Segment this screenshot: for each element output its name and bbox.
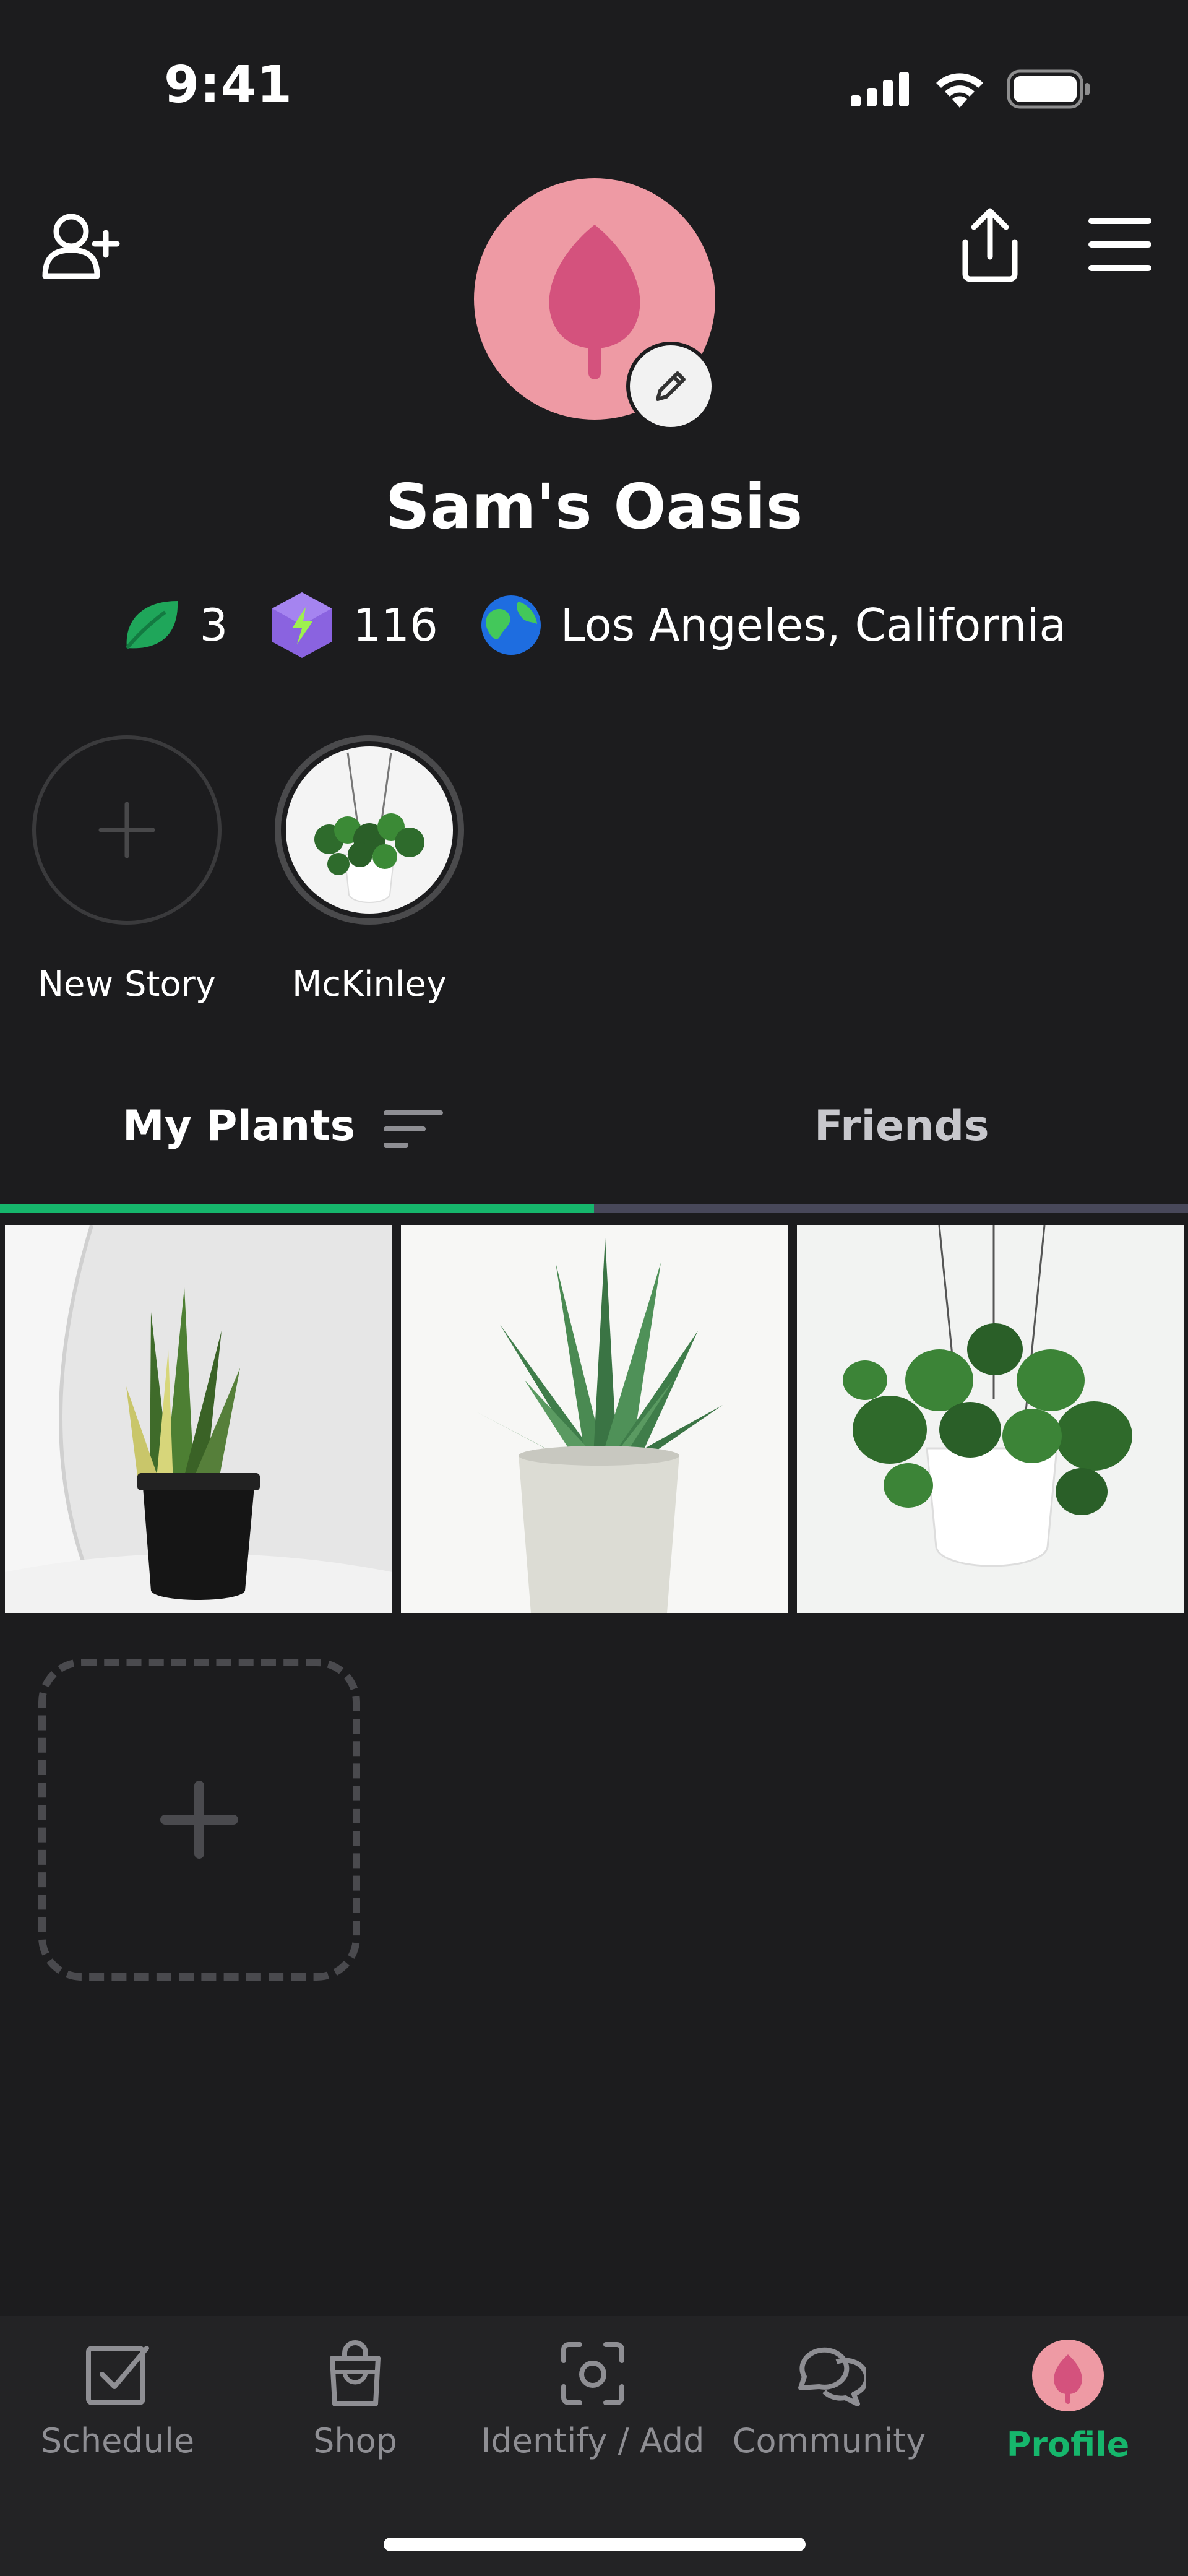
checkbox-icon [86,2346,149,2405]
hamburger-menu-icon [1088,218,1151,271]
leaf-icon [125,601,178,649]
shopping-bag-icon [330,2340,381,2406]
home-indicator [384,2538,806,2551]
profile-stats: 3 116 Los Angeles, California [0,591,1188,659]
lightning-gem-icon [272,592,332,658]
tab-indicator-active [0,1204,594,1213]
story-label: McKinley [291,964,447,1005]
add-plant-button[interactable] [38,1659,360,1981]
nav-label: Schedule [40,2421,195,2460]
nav-shop[interactable]: Shop [238,2340,473,2460]
plant-tile-pilea[interactable] [797,1225,1184,1613]
wifi-icon [936,73,983,108]
plants-count-stat: 3 [122,597,228,653]
pilea-plant-image [797,1225,1184,1613]
menu-button[interactable] [1083,210,1157,279]
nav-label: Identify / Add [481,2421,705,2460]
plant-tile-aloe[interactable] [401,1225,788,1613]
nav-community[interactable]: Community [712,2340,947,2460]
points-stat: 116 [270,591,438,659]
nav-profile[interactable]: Profile [950,2340,1186,2464]
plus-icon [160,1781,238,1859]
sort-icon[interactable] [384,1108,443,1151]
story-new[interactable]: New Story [12,735,241,1005]
nav-label: Community [732,2421,926,2460]
location-stat: Los Angeles, California [480,594,1067,656]
leaf-avatar-icon [1032,2340,1104,2411]
globe-icon [481,595,541,655]
status-icons [851,64,1091,114]
points-count: 116 [353,599,438,651]
story-ring[interactable] [275,735,464,925]
story-mckinley[interactable]: McKinley [255,735,484,1005]
pencil-icon [656,371,686,401]
tab-my-plants[interactable]: My Plants [0,1071,594,1195]
plant-tile-snake-plant[interactable] [5,1225,392,1613]
tab-label: Friends [814,1102,989,1151]
cellular-signal-icon [851,72,909,106]
edit-avatar-button[interactable] [626,342,715,431]
story-thumbnail [286,746,453,914]
plants-count: 3 [199,599,228,651]
location-text: Los Angeles, California [560,599,1067,651]
camera-scan-icon [561,2342,624,2405]
new-story-ring[interactable] [32,735,222,925]
status-time: 9:41 [164,56,293,115]
share-button[interactable] [953,204,1027,285]
nav-identify-add[interactable]: Identify / Add [475,2340,710,2460]
battery-icon [1007,69,1090,109]
profile-name: Sam's Oasis [385,470,803,543]
tab-label: My Plants [123,1102,356,1151]
nav-schedule[interactable]: Schedule [0,2340,235,2460]
nav-label: Profile [1006,2425,1130,2464]
add-friend-button[interactable] [38,204,125,285]
add-person-icon [42,214,120,279]
story-label: New Story [38,964,216,1005]
nav-label: Shop [313,2421,397,2460]
share-icon [962,208,1018,282]
aloe-plant-image [401,1225,788,1613]
plus-icon [98,802,155,858]
snake-plant-image [5,1225,392,1613]
tab-friends[interactable]: Friends [594,1071,1188,1195]
chat-bubbles-icon [798,2347,866,2406]
